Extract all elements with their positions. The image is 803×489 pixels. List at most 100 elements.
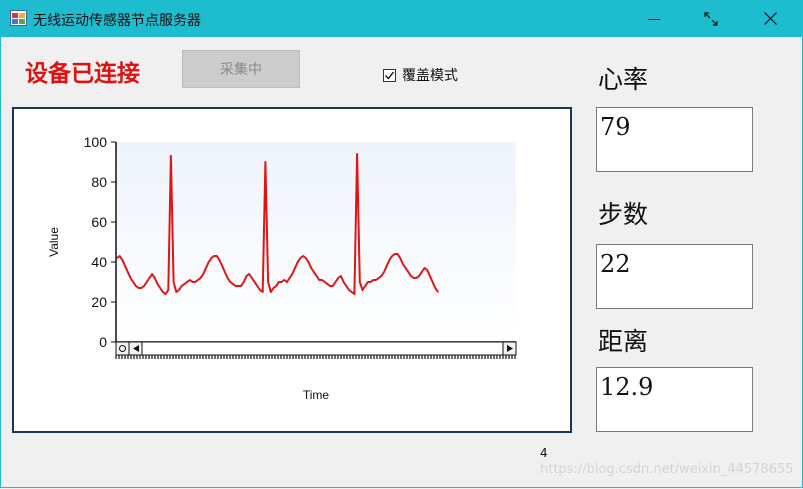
data-point bbox=[127, 271, 129, 273]
data-point bbox=[426, 269, 428, 271]
data-point bbox=[299, 257, 301, 259]
data-point bbox=[418, 275, 420, 277]
data-point bbox=[278, 281, 280, 283]
connection-status: 设备已连接 bbox=[25, 60, 140, 87]
data-point bbox=[121, 259, 123, 261]
data-point bbox=[343, 281, 345, 283]
data-point bbox=[367, 281, 369, 283]
data-point bbox=[132, 281, 134, 283]
data-point bbox=[286, 281, 288, 283]
data-point bbox=[364, 285, 366, 287]
close-button[interactable] bbox=[747, 0, 793, 37]
data-point bbox=[378, 277, 380, 279]
data-point bbox=[386, 265, 388, 267]
data-point bbox=[396, 253, 399, 255]
distance-field[interactable]: 12.9 bbox=[596, 367, 753, 432]
data-point bbox=[178, 289, 180, 291]
x-axis-label: Time bbox=[303, 388, 330, 402]
y-tick-label: 20 bbox=[91, 294, 107, 310]
data-point bbox=[321, 279, 323, 281]
data-point bbox=[151, 273, 153, 275]
restore-icon bbox=[704, 11, 718, 26]
data-point bbox=[213, 255, 215, 257]
data-point bbox=[334, 281, 337, 283]
data-point bbox=[197, 279, 199, 281]
data-point bbox=[205, 267, 207, 269]
data-point bbox=[208, 261, 210, 263]
data-point bbox=[421, 271, 423, 273]
chart-panel: 0 20 40 60 80 100 Value Time bbox=[12, 107, 572, 433]
data-point bbox=[391, 255, 393, 257]
data-point bbox=[280, 281, 283, 283]
watermark: https://blog.csdn.net/weixin_44578655 bbox=[540, 462, 794, 477]
data-point bbox=[399, 257, 401, 259]
data-point bbox=[218, 259, 221, 261]
data-point bbox=[423, 267, 426, 269]
minimize-button[interactable] bbox=[631, 0, 677, 37]
data-point bbox=[129, 277, 132, 279]
data-point bbox=[229, 281, 231, 283]
data-point bbox=[310, 267, 312, 269]
data-point bbox=[216, 255, 218, 257]
overlay-mode-checkbox[interactable]: 覆盖模式 bbox=[383, 65, 458, 85]
data-point bbox=[302, 255, 304, 257]
data-point bbox=[259, 289, 261, 291]
window-title: 无线运动传感器节点服务器 bbox=[33, 13, 201, 29]
data-point bbox=[251, 277, 253, 279]
data-point bbox=[332, 285, 334, 287]
collect-button[interactable]: 采集中 bbox=[182, 50, 300, 88]
distance-label: 距离 bbox=[598, 327, 649, 356]
data-point bbox=[237, 285, 239, 287]
data-point bbox=[154, 277, 156, 279]
data-point bbox=[289, 277, 291, 279]
y-tick-label: 0 bbox=[99, 334, 107, 350]
data-point bbox=[313, 271, 315, 273]
data-point bbox=[429, 275, 431, 277]
data-point bbox=[202, 273, 204, 275]
data-point bbox=[318, 279, 320, 281]
scroll-left-icon[interactable] bbox=[128, 341, 143, 356]
steps-label: 步数 bbox=[598, 200, 649, 229]
y-tick-label: 80 bbox=[91, 174, 107, 190]
data-point bbox=[270, 291, 272, 293]
heart-rate-field[interactable]: 79 bbox=[596, 107, 753, 172]
y-tick-label: 100 bbox=[84, 134, 108, 150]
data-point bbox=[380, 275, 382, 277]
title-bar: 无线运动传感器节点服务器 bbox=[0, 0, 803, 37]
app-icon bbox=[10, 10, 27, 26]
data-point bbox=[146, 281, 148, 283]
data-point bbox=[159, 287, 161, 289]
y-tick-label: 40 bbox=[91, 254, 107, 270]
data-point bbox=[272, 287, 275, 289]
restore-button[interactable] bbox=[688, 0, 734, 37]
data-point bbox=[248, 273, 250, 275]
data-point bbox=[183, 283, 185, 285]
steps-field[interactable]: 22 bbox=[596, 244, 753, 309]
chart-scrollbar[interactable] bbox=[115, 341, 517, 359]
data-point bbox=[372, 279, 374, 281]
data-point bbox=[173, 281, 175, 283]
data-point bbox=[415, 277, 417, 279]
data-point bbox=[324, 281, 326, 283]
checkbox-box[interactable] bbox=[383, 68, 396, 82]
data-point bbox=[256, 285, 258, 287]
data-point bbox=[140, 287, 142, 289]
data-point bbox=[165, 293, 167, 295]
data-point bbox=[413, 277, 415, 279]
scroll-right-icon[interactable] bbox=[502, 341, 517, 356]
data-point bbox=[232, 283, 234, 285]
data-point bbox=[407, 271, 409, 273]
data-point bbox=[245, 275, 248, 277]
data-point bbox=[254, 281, 256, 283]
y-tick-label: 60 bbox=[91, 214, 107, 230]
data-point bbox=[283, 279, 285, 281]
data-point bbox=[340, 275, 342, 277]
data-point bbox=[294, 267, 296, 269]
data-point bbox=[305, 257, 307, 259]
data-point bbox=[235, 285, 237, 287]
data-point bbox=[356, 153, 358, 155]
zoom-reset-icon[interactable] bbox=[115, 341, 130, 356]
data-point bbox=[394, 253, 396, 255]
data-point bbox=[167, 289, 169, 291]
data-point bbox=[186, 281, 188, 283]
